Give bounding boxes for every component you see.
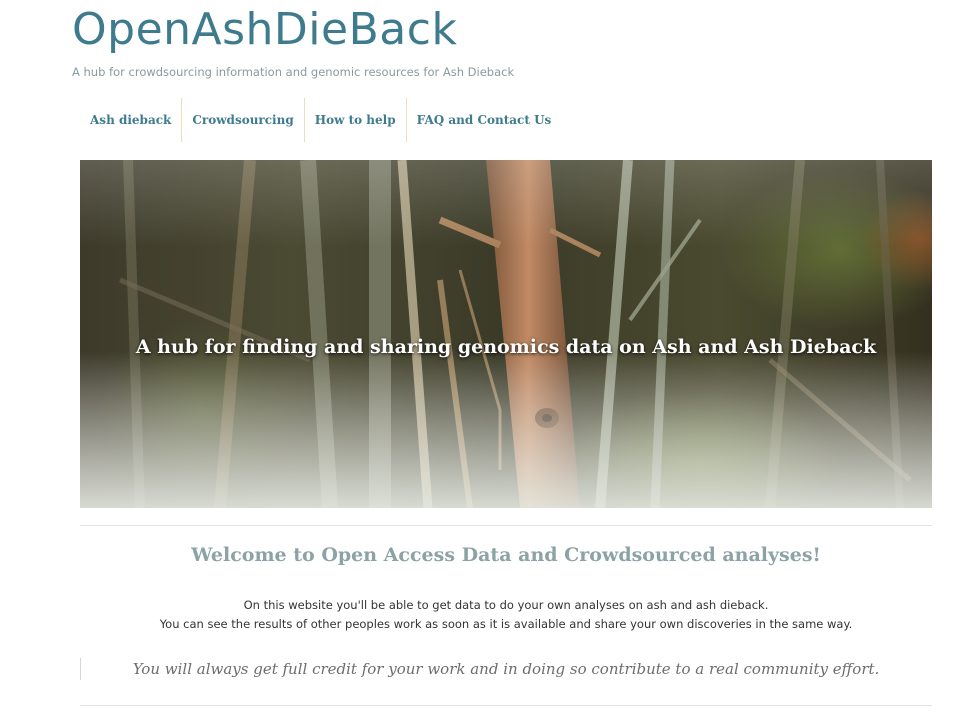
nav-item-faq-contact[interactable]: FAQ and Contact Us [407, 98, 562, 142]
divider [80, 525, 932, 526]
main-nav: Ash dieback Crowdsourcing How to help FA… [80, 98, 561, 142]
intro-line-1: On this website you'll be able to get da… [243, 598, 769, 612]
divider-bottom [80, 705, 932, 706]
intro-line-2: You can see the results of other peoples… [159, 617, 853, 631]
welcome-heading: Welcome to Open Access Data and Crowdsou… [191, 544, 821, 566]
nav-item-crowdsourcing[interactable]: Crowdsourcing [182, 98, 305, 142]
site-title[interactable]: OpenAshDieBack [72, 4, 457, 56]
nav-item-ash-dieback[interactable]: Ash dieback [80, 98, 183, 142]
hero-banner: A hub for finding and sharing genomics d… [80, 160, 932, 508]
hero-image [80, 160, 932, 508]
credit-quote: You will always get full credit for your… [132, 660, 880, 678]
hero-caption: A hub for finding and sharing genomics d… [135, 336, 877, 358]
site-tagline: A hub for crowdsourcing information and … [72, 65, 515, 79]
nav-item-how-to-help[interactable]: How to help [305, 98, 407, 142]
